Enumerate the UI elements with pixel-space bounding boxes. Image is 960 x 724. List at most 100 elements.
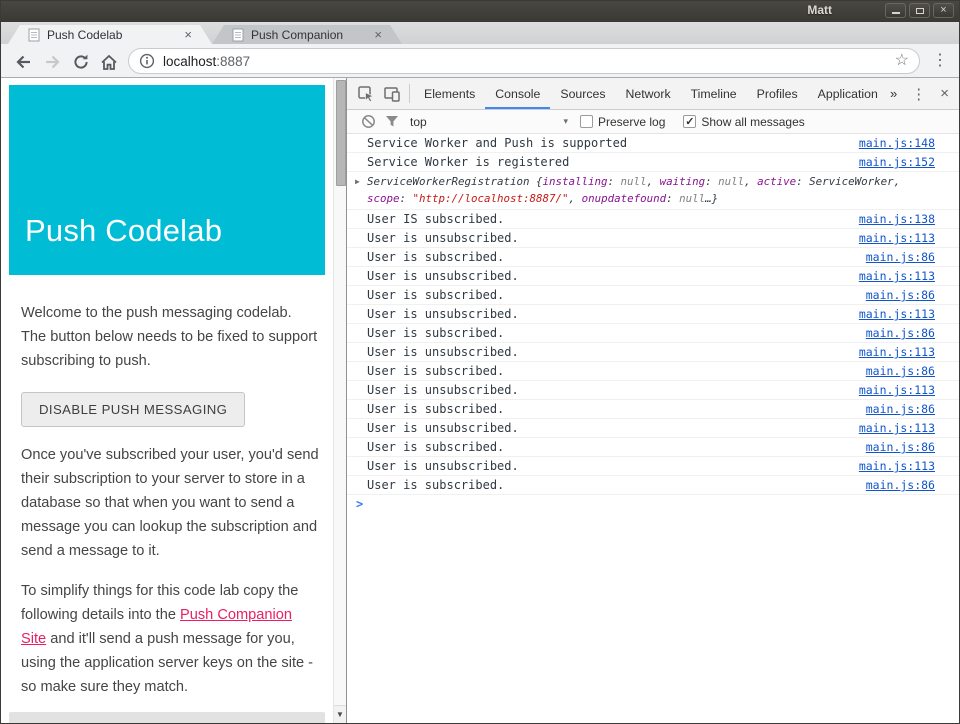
console-row: Service Worker is registeredmain.js:152 — [347, 153, 959, 172]
console-toolbar: top ▾ Preserve log ✓ Show all messages — [347, 110, 959, 134]
disable-push-messaging-button[interactable]: DISABLE PUSH MESSAGING — [21, 392, 245, 427]
console-row: User is subscribed. main.js:86 — [347, 362, 959, 381]
reload-button[interactable] — [70, 51, 92, 73]
console-row: User is unsubscribed.main.js:113 — [347, 229, 959, 248]
inspect-element-button[interactable] — [353, 78, 379, 109]
console-source-link[interactable]: main.js:113 — [859, 419, 935, 437]
paragraph-text: and it'll send a push message for you, u… — [21, 631, 313, 695]
window-close-button[interactable]: × — [933, 3, 954, 18]
url-port: :8887 — [216, 54, 250, 69]
window-minimize-button[interactable] — [885, 3, 906, 18]
filter-button[interactable] — [380, 115, 404, 128]
devtools-tab-bar: ElementsConsoleSourcesNetworkTimelinePro… — [414, 78, 888, 109]
intro-paragraph: Welcome to the push messaging codelab. T… — [21, 301, 320, 373]
devtools-close-icon[interactable]: × — [940, 85, 949, 102]
console-source-link[interactable]: main.js:86 — [866, 476, 935, 494]
console-message-text: User IS subscribed. — [367, 210, 847, 228]
console-row: User is subscribed. main.js:86 — [347, 286, 959, 305]
window-title: Matt — [807, 3, 832, 17]
console-row: User is unsubscribed.main.js:113 — [347, 267, 959, 286]
bookmark-star-icon[interactable]: ☆ — [895, 53, 909, 69]
home-icon — [99, 53, 119, 72]
show-all-messages-checkbox[interactable]: ✓ — [683, 115, 696, 128]
clear-console-button[interactable] — [356, 114, 380, 129]
console-message-text: User is unsubscribed. — [367, 305, 847, 323]
preserve-log-checkbox[interactable] — [580, 115, 593, 128]
scroll-down-icon[interactable]: ▼ — [334, 705, 346, 723]
console-source-link[interactable]: main.js:113 — [859, 267, 935, 285]
console-row: User is subscribed.main.js:86 — [347, 248, 959, 267]
page-scrollbar[interactable]: ▼ — [333, 78, 346, 724]
window-titlebar[interactable]: Matt × — [0, 0, 960, 22]
page-info-icon[interactable] — [139, 53, 155, 69]
close-icon: × — [940, 5, 946, 16]
console-source-link[interactable]: main.js:148 — [859, 134, 935, 152]
device-toolbar-button[interactable] — [379, 78, 405, 109]
back-button[interactable] — [12, 51, 34, 73]
toolbar-separator — [409, 84, 410, 103]
devtools-menu-icon[interactable]: ⋮ — [911, 85, 926, 103]
console-row: User is unsubscribed. main.js:113 — [347, 419, 959, 438]
devtools-tab-console[interactable]: Console — [485, 78, 550, 109]
console-source-link[interactable]: main.js:113 — [859, 343, 935, 361]
devtools-panel: ElementsConsoleSourcesNetworkTimelinePro… — [346, 78, 959, 724]
page-favicon — [232, 28, 245, 42]
console-source-link[interactable]: main.js:113 — [859, 381, 935, 399]
console-row: User is subscribed.main.js:86 — [347, 400, 959, 419]
browser-tab-push-companion[interactable]: Push Companion × — [212, 25, 402, 44]
console-source-link[interactable]: main.js:138 — [859, 210, 935, 228]
tab-close-icon[interactable]: × — [374, 28, 382, 41]
forward-button[interactable] — [42, 51, 64, 73]
disclosure-triangle-icon[interactable]: ▶ — [355, 173, 367, 190]
console-row: User is unsubscribed. main.js:113 — [347, 305, 959, 324]
scrollbar-thumb[interactable] — [336, 80, 346, 186]
console-source-link[interactable]: main.js:86 — [866, 324, 935, 342]
console-message-text: User is unsubscribed. — [367, 457, 847, 475]
console-source-link[interactable]: main.js:86 — [866, 248, 935, 266]
devtools-toolbar: ElementsConsoleSourcesNetworkTimelinePro… — [347, 78, 959, 110]
node-picker-icon — [357, 85, 375, 103]
address-bar[interactable]: localhost:8887 ☆ — [128, 48, 920, 74]
devtools-tab-elements[interactable]: Elements — [414, 78, 485, 109]
browser-menu-icon[interactable]: ⋮ — [932, 52, 948, 70]
console-message-text: User is subscribed. — [367, 286, 854, 304]
console-source-link[interactable]: main.js:152 — [859, 153, 935, 171]
window-controls: × — [885, 3, 954, 18]
console-source-link[interactable]: main.js:113 — [859, 229, 935, 247]
console-message-text: User is unsubscribed. — [367, 343, 847, 361]
object-preview[interactable]: ServiceWorkerRegistration {installing: n… — [367, 173, 935, 207]
console-source-link[interactable]: main.js:113 — [859, 305, 935, 323]
console-row: User is subscribed.main.js:86 — [347, 324, 959, 343]
console-prompt[interactable]: > — [347, 495, 959, 513]
devtools-tab-sources[interactable]: Sources — [550, 78, 615, 109]
browser-window: Matt × Push Codelab × Push Companion × — [0, 0, 960, 724]
reload-icon — [72, 53, 90, 71]
companion-paragraph: To simplify things for this code lab cop… — [21, 579, 320, 699]
console-message-text: User is subscribed. — [367, 362, 854, 380]
more-tabs-icon[interactable]: » — [890, 86, 897, 101]
console-source-link[interactable]: main.js:86 — [866, 438, 935, 456]
home-button[interactable] — [98, 51, 120, 73]
devtools-tab-timeline[interactable]: Timeline — [681, 78, 747, 109]
tab-close-icon[interactable]: × — [184, 28, 192, 41]
console-row: User is unsubscribed. main.js:113 — [347, 343, 959, 362]
console-message-text: User is unsubscribed. — [367, 419, 847, 437]
clear-console-icon — [361, 114, 376, 129]
url-text[interactable]: localhost:8887 — [163, 54, 895, 69]
console-source-link[interactable]: main.js:113 — [859, 457, 935, 475]
subscription-paragraph: Once you've subscribed your user, you'd … — [21, 443, 320, 563]
execution-context-value: top — [410, 115, 427, 129]
console-source-link[interactable]: main.js:86 — [866, 362, 935, 380]
console-row: User is subscribed.main.js:86 — [347, 438, 959, 457]
window-maximize-button[interactable] — [909, 3, 930, 18]
console-source-link[interactable]: main.js:86 — [866, 286, 935, 304]
devtools-tab-profiles[interactable]: Profiles — [747, 78, 808, 109]
page-hero: Push Codelab — [9, 85, 325, 275]
show-all-messages-label: Show all messages — [701, 115, 804, 129]
devtools-tab-network[interactable]: Network — [616, 78, 681, 109]
tab-title: Push Companion — [251, 28, 368, 42]
devtools-tab-application[interactable]: Application — [808, 78, 888, 109]
console-source-link[interactable]: main.js:86 — [866, 400, 935, 418]
browser-tab-push-codelab[interactable]: Push Codelab × — [8, 25, 212, 44]
execution-context-select[interactable]: top ▾ — [410, 115, 568, 129]
